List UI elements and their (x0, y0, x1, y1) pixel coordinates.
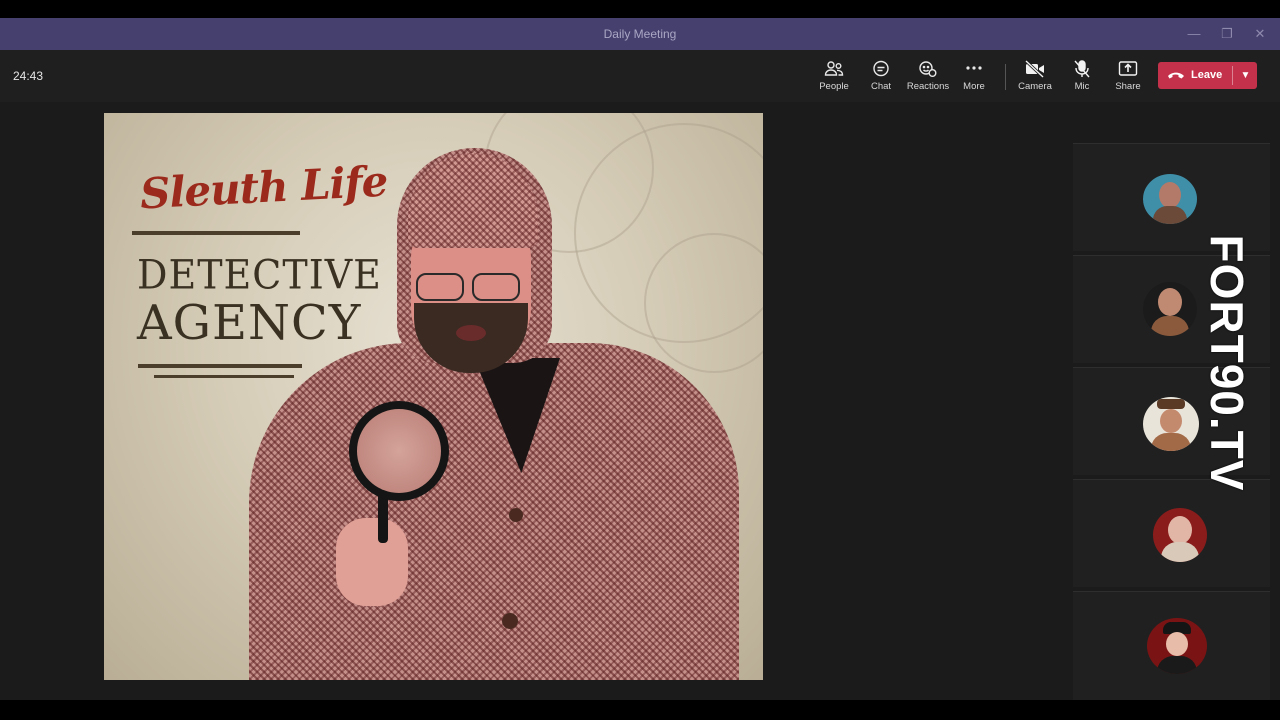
chat-label: Chat (870, 81, 892, 92)
logo-subtitle-2: AGENCY (137, 295, 362, 351)
share-button[interactable]: Share (1103, 58, 1153, 98)
window-title: Daily Meeting (603, 27, 677, 41)
watermark: FORT90.TV (1200, 235, 1254, 492)
share-icon (1118, 61, 1138, 76)
mic-off-icon (1074, 60, 1090, 78)
participant-avatar (1143, 397, 1199, 451)
participant-tile[interactable] (1073, 479, 1270, 587)
speaker-glasses-right (472, 273, 520, 301)
people-icon (824, 61, 844, 76)
logo-rule (154, 375, 294, 378)
chat-icon (873, 60, 889, 77)
participant-avatar (1143, 282, 1197, 336)
speaker-mouth (456, 325, 486, 341)
participant-tile[interactable] (1073, 591, 1270, 700)
meeting-toolbar: 24:43 People Chat Reactions More Camera … (0, 50, 1280, 102)
logo-subtitle-1: DETECTIVE (137, 251, 382, 299)
camera-label: Camera (1018, 81, 1052, 92)
chevron-down-icon[interactable]: ▼ (1234, 62, 1257, 89)
teams-meeting-window: Daily Meeting — ❐ ✕ 24:43 People Chat Re… (0, 0, 1280, 720)
participant-avatar (1153, 508, 1207, 562)
logo-title: Sleuth Life (138, 156, 389, 219)
more-button[interactable]: More (949, 58, 999, 98)
people-label: People (819, 81, 849, 92)
coat-button (509, 508, 523, 522)
reactions-button[interactable]: Reactions (903, 58, 953, 98)
restore-button[interactable]: ❐ (1217, 24, 1237, 44)
toolbar-divider (1005, 64, 1006, 90)
people-button[interactable]: People (809, 58, 859, 98)
meeting-timer: 24:43 (13, 69, 44, 83)
speaker-hand (336, 518, 408, 606)
speaker-glasses-left (416, 273, 464, 301)
watermark-text: FORT90.TV (1201, 234, 1253, 492)
phone-hangup-icon (1168, 72, 1184, 79)
coat-button (502, 613, 518, 629)
main-video-feed: Sleuth Life DETECTIVE AGENCY (104, 113, 763, 680)
camera-off-icon (1024, 60, 1045, 78)
camera-button[interactable]: Camera (1010, 58, 1060, 98)
magnifier-handle (378, 493, 388, 543)
leave-button[interactable]: Leave ▼ (1158, 62, 1257, 89)
magnifying-glass-icon (349, 401, 449, 501)
reactions-icon (919, 61, 937, 77)
participant-avatar (1143, 174, 1197, 224)
leave-main-button[interactable]: Leave (1158, 62, 1232, 89)
title-bar: Daily Meeting — ❐ ✕ (0, 18, 1280, 50)
bottom-letterbox (0, 700, 1280, 720)
chat-button[interactable]: Chat (856, 58, 906, 98)
participant-avatar (1147, 618, 1207, 674)
leave-label: Leave (1191, 69, 1223, 81)
logo-rule (138, 364, 302, 368)
share-label: Share (1115, 81, 1141, 92)
mic-button[interactable]: Mic (1057, 58, 1107, 98)
close-button[interactable]: ✕ (1250, 24, 1270, 44)
mic-label: Mic (1074, 81, 1090, 92)
more-label: More (963, 81, 985, 92)
more-icon (966, 66, 982, 70)
minimize-button[interactable]: — (1184, 24, 1204, 44)
reactions-label: Reactions (906, 81, 950, 92)
logo-rule (132, 231, 300, 235)
leave-divider (1232, 66, 1233, 85)
